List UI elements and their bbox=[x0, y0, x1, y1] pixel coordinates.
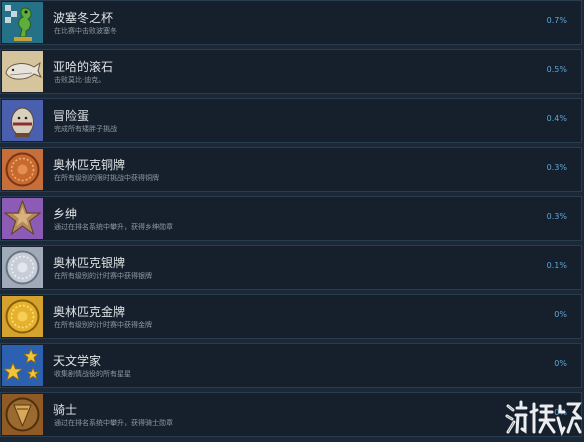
watermark-logo bbox=[504, 398, 584, 438]
achievement-name: 天文学家 bbox=[53, 354, 102, 368]
achievement-description: 在所有级别的计时赛中获得金牌 bbox=[54, 321, 152, 329]
achievement-description: 完成所有矮胖子挑战 bbox=[54, 125, 117, 133]
achievement-row[interactable]: 乡绅 通过在排名系统中攀升，获得乡绅勋章 0.3% bbox=[0, 196, 582, 241]
achievement-description: 击败莫比·迪克。 bbox=[54, 76, 106, 84]
achievement-percent: 0% bbox=[554, 310, 567, 319]
bronze-medal-icon bbox=[2, 149, 43, 190]
achievement-description: 收集剧情战役的所有星星 bbox=[54, 370, 131, 378]
achievement-percent: 0.1% bbox=[546, 261, 567, 270]
achievement-name: 波塞冬之杯 bbox=[53, 11, 114, 25]
achievement-row[interactable]: 冒险蛋 完成所有矮胖子挑战 0.4% bbox=[0, 98, 582, 143]
achievement-row[interactable]: 波塞冬之杯 在比赛中击败波塞冬 0.7% bbox=[0, 0, 582, 45]
achievement-row[interactable]: 天文学家 收集剧情战役的所有星星 0% bbox=[0, 343, 582, 388]
achievement-name: 骑士 bbox=[53, 403, 78, 417]
achievement-name: 冒险蛋 bbox=[53, 109, 90, 123]
achievement-row[interactable]: 亚哈的滚石 击败莫比·迪克。 0.5% bbox=[0, 49, 582, 94]
achievement-percent: 0.4% bbox=[546, 114, 567, 123]
egg-icon bbox=[2, 100, 43, 141]
achievement-description: 在所有级别的计时赛中获得银牌 bbox=[54, 272, 152, 280]
achievement-list: 波塞冬之杯 在比赛中击败波塞冬 0.7% 亚哈的滚石 击败莫比·迪克。 0.5% bbox=[0, 0, 584, 441]
achievement-name: 奥林匹克铜牌 bbox=[53, 158, 126, 172]
achievement-percent: 0.3% bbox=[546, 163, 567, 172]
achievement-name: 奥林匹克银牌 bbox=[53, 256, 126, 270]
achievement-row[interactable]: 骑士 通过在排名系统中攀升，获得骑士勋章 0% bbox=[0, 392, 582, 437]
stars-icon bbox=[2, 345, 43, 386]
achievement-row[interactable]: 奥林匹克铜牌 在所有级别的限时挑战中获得铜牌 0.3% bbox=[0, 147, 582, 192]
achievement-description: 通过在排名系统中攀升，获得骑士勋章 bbox=[54, 419, 173, 427]
gold-medal-icon bbox=[2, 296, 43, 337]
achievement-name: 乡绅 bbox=[53, 207, 78, 221]
achievement-name: 奥林匹克金牌 bbox=[53, 305, 126, 319]
whale-icon bbox=[2, 51, 43, 92]
knight-badge-icon bbox=[2, 394, 43, 435]
seahorse-trophy-icon bbox=[2, 2, 43, 43]
achievement-row[interactable]: 奥林匹克金牌 在所有级别的计时赛中获得金牌 0% bbox=[0, 294, 582, 339]
achievement-description: 通过在排名系统中攀升，获得乡绅勋章 bbox=[54, 223, 173, 231]
achievement-description: 在比赛中击败波塞冬 bbox=[54, 27, 117, 35]
achievement-percent: 0.5% bbox=[546, 65, 567, 74]
achievement-description: 在所有级别的限时挑战中获得铜牌 bbox=[54, 174, 159, 182]
achievement-percent: 0.3% bbox=[546, 212, 567, 221]
achievement-row[interactable]: 奥林匹克银牌 在所有级别的计时赛中获得银牌 0.1% bbox=[0, 245, 582, 290]
star-badge-icon bbox=[2, 198, 43, 239]
achievement-name: 亚哈的滚石 bbox=[53, 60, 114, 74]
achievement-percent: 0.7% bbox=[546, 16, 567, 25]
achievement-percent: 0% bbox=[554, 359, 567, 368]
silver-medal-icon bbox=[2, 247, 43, 288]
